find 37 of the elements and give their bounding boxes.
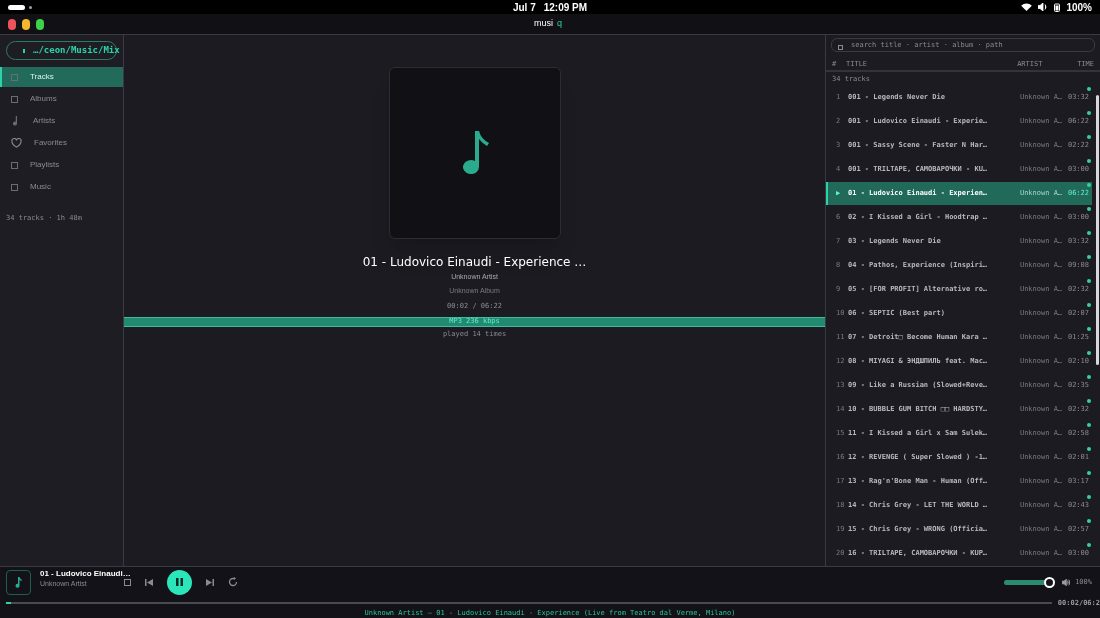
music-note-icon xyxy=(15,576,22,588)
sidebar-item[interactable]: Music xyxy=(0,177,123,197)
clock-label: 12:09 PM xyxy=(543,0,588,15)
sidebar-item[interactable]: Artists xyxy=(0,111,123,131)
repeat-icon[interactable] xyxy=(228,577,238,587)
stop-button[interactable] xyxy=(124,578,131,586)
volume-thumb[interactable] xyxy=(1044,576,1056,588)
music-note-icon xyxy=(460,131,489,175)
square-icon xyxy=(11,183,18,191)
battery-label: 100% xyxy=(1066,0,1092,15)
square-icon xyxy=(11,73,18,81)
minimize-button[interactable] xyxy=(22,18,30,30)
wifi-icon xyxy=(1021,3,1033,11)
app-title-accent: q xyxy=(557,17,562,31)
app-title: musi xyxy=(534,17,553,31)
pause-button[interactable] xyxy=(167,569,192,595)
pill-icon xyxy=(8,4,25,10)
sidebar-item[interactable]: Favorites xyxy=(0,133,123,153)
speaker-icon xyxy=(1062,578,1071,586)
sidebar-item[interactable]: Playlists xyxy=(0,155,123,175)
sidebar-item[interactable]: Albums xyxy=(0,89,123,109)
previous-icon[interactable] xyxy=(145,578,153,586)
square-icon xyxy=(11,161,18,169)
sidebar-item[interactable]: Tracks xyxy=(0,67,123,87)
heart-icon xyxy=(11,138,22,148)
scrollbar[interactable] xyxy=(1096,95,1099,365)
battery-icon xyxy=(1054,2,1061,12)
close-button[interactable] xyxy=(8,18,16,30)
speaker-icon xyxy=(1038,3,1049,11)
maximize-button[interactable] xyxy=(36,18,44,30)
track-title: 01 - Ludovico Einaudi - Experience … xyxy=(362,254,587,271)
next-icon[interactable] xyxy=(206,578,214,586)
pause-icon xyxy=(176,578,183,586)
square-icon xyxy=(11,95,18,103)
date-label: Jul 7 xyxy=(512,0,536,15)
player-track-title: 01 - Ludovico Einaudi… xyxy=(40,568,131,579)
search-icon xyxy=(838,45,843,50)
